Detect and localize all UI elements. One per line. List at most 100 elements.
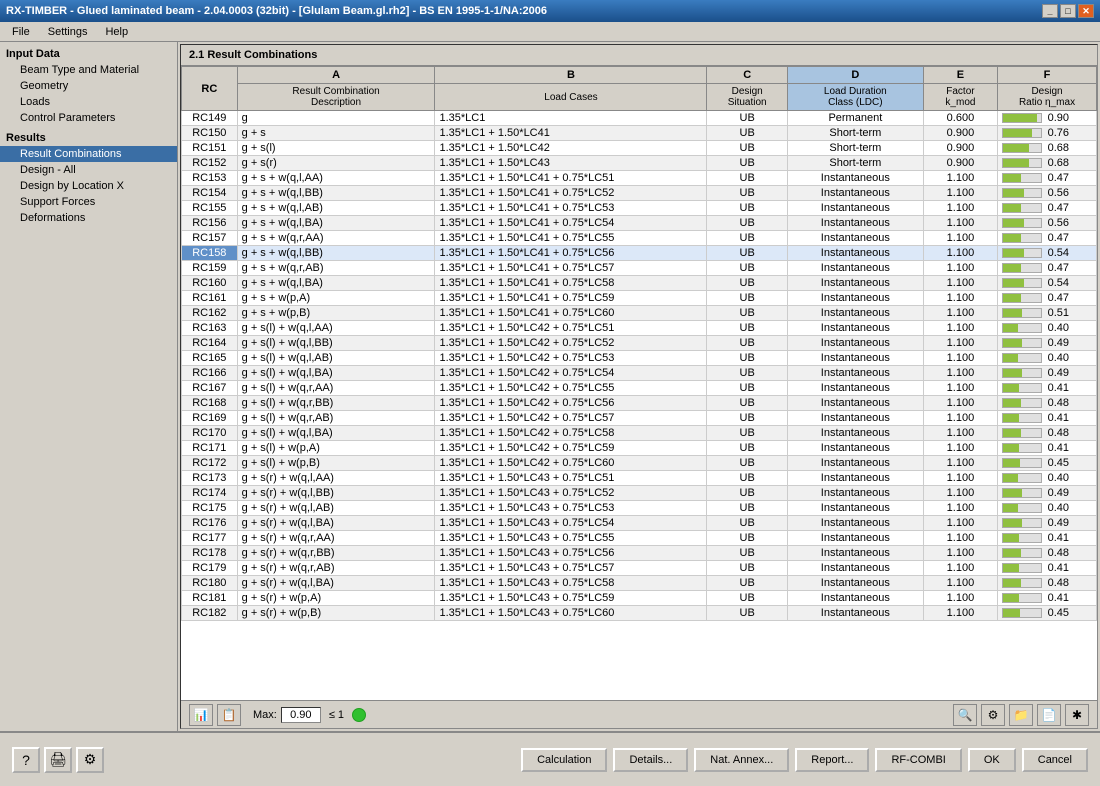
title-bar: RX-TIMBER - Glued laminated beam - 2.04.… bbox=[0, 0, 1100, 22]
table-row[interactable]: RC149 bbox=[182, 111, 238, 126]
sidebar-item-support-forces[interactable]: Support Forces bbox=[0, 194, 177, 210]
table-cell-desc: g + s + w(q,l,BA) bbox=[237, 216, 435, 231]
table-row[interactable]: RC176 bbox=[182, 516, 238, 531]
ok-button[interactable]: OK bbox=[968, 748, 1016, 772]
table-row[interactable]: RC172 bbox=[182, 456, 238, 471]
details-button[interactable]: Details... bbox=[613, 748, 688, 772]
table-cell-desc: g + s + w(q,l,AB) bbox=[237, 201, 435, 216]
table-row[interactable]: RC182 bbox=[182, 606, 238, 621]
table-cell-ds: UB bbox=[707, 291, 787, 306]
table-cell-factor: 1.100 bbox=[923, 576, 997, 591]
table-row[interactable]: RC180 bbox=[182, 576, 238, 591]
table-row[interactable]: RC159 bbox=[182, 261, 238, 276]
table-cell-factor: 0.900 bbox=[923, 126, 997, 141]
toolbar-btn-6[interactable]: 📄 bbox=[1037, 704, 1061, 726]
table-cell-desc: g + s(l) + w(q,l,BA) bbox=[237, 366, 435, 381]
table-cell-ldc: Short-term bbox=[787, 126, 923, 141]
table-row[interactable]: RC167 bbox=[182, 381, 238, 396]
table-cell-ldc: Instantaneous bbox=[787, 261, 923, 276]
rf-combi-button[interactable]: RF-COMBI bbox=[875, 748, 961, 772]
table-cell-factor: 1.100 bbox=[923, 396, 997, 411]
table-row[interactable]: RC177 bbox=[182, 531, 238, 546]
sidebar-item-beam-type[interactable]: Beam Type and Material bbox=[0, 62, 177, 78]
table-cell-ds: UB bbox=[707, 186, 787, 201]
table-row[interactable]: RC169 bbox=[182, 411, 238, 426]
table-row[interactable]: RC178 bbox=[182, 546, 238, 561]
table-cell-factor: 1.100 bbox=[923, 426, 997, 441]
menu-file[interactable]: File bbox=[4, 24, 38, 40]
sidebar-item-control-params[interactable]: Control Parameters bbox=[0, 110, 177, 126]
table-row[interactable]: RC158 bbox=[182, 246, 238, 261]
table-row[interactable]: RC168 bbox=[182, 396, 238, 411]
sidebar-item-geometry[interactable]: Geometry bbox=[0, 78, 177, 94]
table-cell-ldc: Instantaneous bbox=[787, 531, 923, 546]
table-cell-ratio: 0.41 bbox=[998, 561, 1097, 576]
table-row[interactable]: RC153 bbox=[182, 171, 238, 186]
table-row[interactable]: RC163 bbox=[182, 321, 238, 336]
menu-help[interactable]: Help bbox=[97, 24, 136, 40]
toolbar-btn-1[interactable]: 📊 bbox=[189, 704, 213, 726]
table-cell-desc: g + s(r) bbox=[237, 156, 435, 171]
table-row[interactable]: RC164 bbox=[182, 336, 238, 351]
table-cell-ds: UB bbox=[707, 576, 787, 591]
table-row[interactable]: RC175 bbox=[182, 501, 238, 516]
table-cell-ds: UB bbox=[707, 321, 787, 336]
sidebar-item-design-by-location[interactable]: Design by Location X bbox=[0, 178, 177, 194]
action-bar: ? 🖨 ⚙ Calculation Details... Nat. Annex.… bbox=[0, 731, 1100, 786]
toolbar-btn-7[interactable]: ✱ bbox=[1065, 704, 1089, 726]
table-row[interactable]: RC165 bbox=[182, 351, 238, 366]
table-cell-ds: UB bbox=[707, 606, 787, 621]
table-row[interactable]: RC173 bbox=[182, 471, 238, 486]
table-cell-ratio: 0.49 bbox=[998, 516, 1097, 531]
table-cell-ratio: 0.41 bbox=[998, 591, 1097, 606]
calculation-button[interactable]: Calculation bbox=[521, 748, 607, 772]
table-row[interactable]: RC171 bbox=[182, 441, 238, 456]
table-cell-factor: 0.600 bbox=[923, 111, 997, 126]
sidebar-item-result-combinations[interactable]: Result Combinations bbox=[0, 146, 177, 162]
table-cell-ratio: 0.45 bbox=[998, 456, 1097, 471]
table-container[interactable]: RC A B C D E F Result CombinationDescrip… bbox=[181, 66, 1097, 700]
report-button[interactable]: Report... bbox=[795, 748, 869, 772]
toolbar-btn-4[interactable]: ⚙ bbox=[981, 704, 1005, 726]
table-row[interactable]: RC179 bbox=[182, 561, 238, 576]
toolbar-btn-2[interactable]: 📋 bbox=[217, 704, 241, 726]
toolbar-btn-3[interactable]: 🔍 bbox=[953, 704, 977, 726]
table-row[interactable]: RC170 bbox=[182, 426, 238, 441]
table-toolbar: 📊 📋 Max: 0.90 ≤ 1 🔍 ⚙ 📁 📄 ✱ bbox=[181, 700, 1097, 728]
toolbar-btn-5[interactable]: 📁 bbox=[1009, 704, 1033, 726]
close-button[interactable]: ✕ bbox=[1078, 4, 1094, 18]
table-cell-ratio: 0.41 bbox=[998, 381, 1097, 396]
table-row[interactable]: RC155 bbox=[182, 201, 238, 216]
table-cell-ldc: Instantaneous bbox=[787, 546, 923, 561]
table-row[interactable]: RC161 bbox=[182, 291, 238, 306]
sidebar-item-deformations[interactable]: Deformations bbox=[0, 210, 177, 226]
help-button[interactable]: ? bbox=[12, 747, 40, 773]
table-row[interactable]: RC156 bbox=[182, 216, 238, 231]
table-row[interactable]: RC157 bbox=[182, 231, 238, 246]
table-row[interactable]: RC154 bbox=[182, 186, 238, 201]
table-row[interactable]: RC160 bbox=[182, 276, 238, 291]
table-row[interactable]: RC166 bbox=[182, 366, 238, 381]
print-button[interactable]: 🖨 bbox=[44, 747, 72, 773]
nat-annex-button[interactable]: Nat. Annex... bbox=[694, 748, 789, 772]
menu-settings[interactable]: Settings bbox=[40, 24, 96, 40]
table-cell-factor: 1.100 bbox=[923, 471, 997, 486]
settings-button[interactable]: ⚙ bbox=[76, 747, 104, 773]
table-cell-ldc: Instantaneous bbox=[787, 216, 923, 231]
table-row[interactable]: RC181 bbox=[182, 591, 238, 606]
table-row[interactable]: RC174 bbox=[182, 486, 238, 501]
table-cell-factor: 1.100 bbox=[923, 411, 997, 426]
table-row[interactable]: RC152 bbox=[182, 156, 238, 171]
maximize-button[interactable]: □ bbox=[1060, 4, 1076, 18]
table-row[interactable]: RC151 bbox=[182, 141, 238, 156]
table-row[interactable]: RC150 bbox=[182, 126, 238, 141]
table-cell-ldc: Instantaneous bbox=[787, 306, 923, 321]
sidebar-item-loads[interactable]: Loads bbox=[0, 94, 177, 110]
main-container: Input Data Beam Type and Material Geomet… bbox=[0, 42, 1100, 731]
minimize-button[interactable]: _ bbox=[1042, 4, 1058, 18]
table-row[interactable]: RC162 bbox=[182, 306, 238, 321]
cancel-button[interactable]: Cancel bbox=[1022, 748, 1088, 772]
table-cell-desc: g + s + w(q,r,AA) bbox=[237, 231, 435, 246]
sidebar-item-design-all[interactable]: Design - All bbox=[0, 162, 177, 178]
table-cell-ds: UB bbox=[707, 141, 787, 156]
